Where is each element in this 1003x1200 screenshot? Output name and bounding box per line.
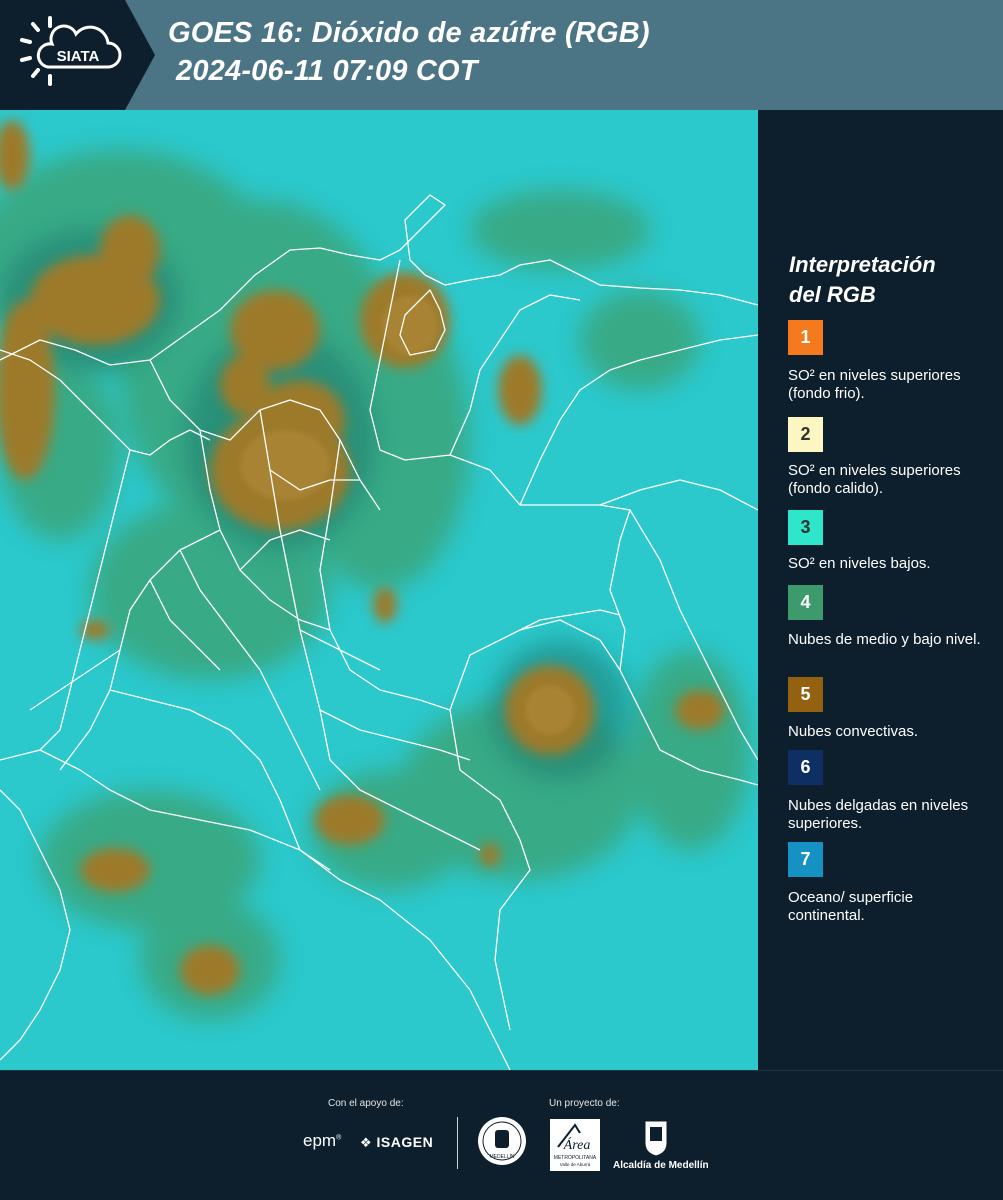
- satellite-map: [0, 110, 758, 1070]
- footer-divider: [457, 1117, 458, 1169]
- title-line-2: 2024-06-11 07:09 COT: [176, 55, 478, 87]
- legend-item-1: 1 SO² en niveles superiores (fondo frio)…: [788, 320, 993, 403]
- logo-text: SIATA: [57, 48, 100, 65]
- legend-label-6: Nubes delgadas en niveles superiores.: [788, 797, 969, 832]
- legend-label-2: SO² en niveles superiores (fondo calido)…: [788, 462, 961, 497]
- area-subtext: METROPOLITANA: [554, 1155, 597, 1161]
- title-line-1: GOES 16: Dióxido de azúfre (RGB): [168, 17, 650, 49]
- medellin-seal: MEDELLÍN: [477, 1116, 527, 1171]
- footer: Con el apoyo de: Un proyecto de: epm® ❖ …: [0, 1070, 1003, 1200]
- legend-title-line-1: Interpretación: [789, 252, 936, 277]
- header-bar: SIATA GOES 16: Dióxido de azúfre (RGB) 2…: [0, 0, 1003, 110]
- isagen-logo: ❖ ISAGEN: [360, 1134, 434, 1150]
- siata-logo: SIATA: [0, 0, 155, 110]
- area-text: Área: [563, 1136, 591, 1153]
- legend-item-6: 6 Nubes delgadas en niveles superiores.: [788, 750, 993, 833]
- legend-label-7: Oceano/ superficie continental.: [788, 889, 914, 924]
- legend-title: Interpretación del RGB: [789, 250, 936, 310]
- legend-item-2: 2 SO² en niveles superiores (fondo calid…: [788, 417, 993, 498]
- alcaldia-shield: [643, 1119, 669, 1162]
- epm-logo: epm®: [303, 1131, 342, 1150]
- legend-swatch-5: 5: [788, 677, 823, 712]
- legend-swatch-3: 3: [788, 510, 823, 545]
- legend-item-7: 7 Oceano/ superficie continental.: [788, 842, 993, 925]
- legend-swatch-7: 7: [788, 842, 823, 877]
- legend-item-5: 5 Nubes convectivas.: [788, 677, 993, 741]
- project-label: Un proyecto de:: [549, 1098, 620, 1109]
- legend-title-line-2: del RGB: [789, 282, 876, 307]
- legend-label-4: Nubes de medio y bajo nivel.: [788, 631, 981, 648]
- legend-item-4: 4 Nubes de medio y bajo nivel.: [788, 585, 993, 649]
- legend-swatch-6: 6: [788, 750, 823, 785]
- page-title: GOES 16: Dióxido de azúfre (RGB) 2024-06…: [168, 14, 650, 90]
- seal-text: MEDELLÍN: [489, 1153, 514, 1160]
- legend-swatch-1: 1: [788, 320, 823, 355]
- area-metropolitana-logo: Área METROPOLITANA Valle de Aburrá: [550, 1119, 600, 1176]
- area-subtext-2: Valle de Aburrá: [560, 1162, 591, 1167]
- legend-swatch-4: 4: [788, 585, 823, 620]
- legend-swatch-2: 2: [788, 417, 823, 452]
- legend-label-1: SO² en niveles superiores (fondo frio).: [788, 367, 961, 402]
- support-label: Con el apoyo de:: [328, 1098, 404, 1109]
- alcaldia-label: Alcaldía de Medellín: [613, 1160, 709, 1171]
- isagen-logo-text: ISAGEN: [376, 1134, 434, 1150]
- epm-logo-text: epm: [303, 1131, 337, 1150]
- legend-panel: Interpretación del RGB 1 SO² en niveles …: [760, 110, 1003, 1070]
- legend-item-3: 3 SO² en niveles bajos.: [788, 510, 993, 573]
- legend-label-5: Nubes convectivas.: [788, 723, 919, 740]
- legend-label-3: SO² en niveles bajos.: [788, 555, 931, 572]
